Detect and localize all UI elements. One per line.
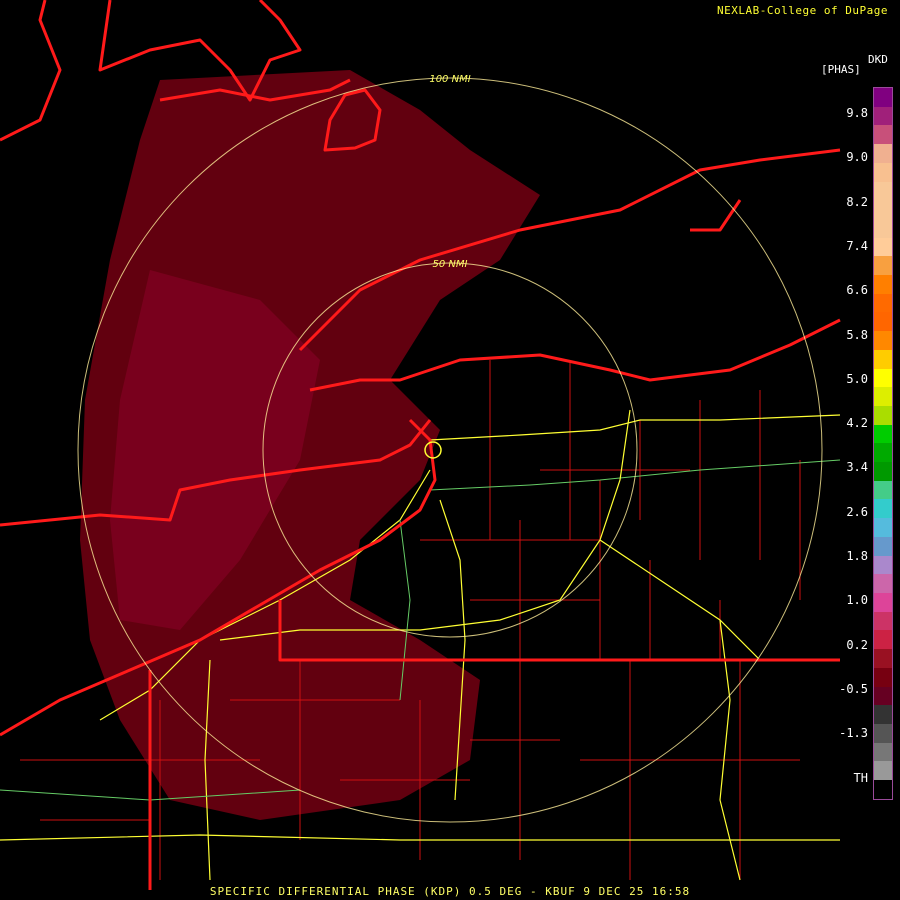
color-scale-tick: -1.3	[839, 726, 868, 741]
color-swatch	[874, 256, 892, 276]
color-swatch	[874, 331, 892, 350]
color-swatch	[874, 162, 892, 182]
color-scale-tick: 5.8	[846, 327, 868, 342]
color-scale-tick: 5.0	[846, 371, 868, 386]
color-scale-tick: 3.4	[846, 460, 868, 475]
ring-label-50: 50 NMI	[433, 259, 468, 270]
color-swatch	[874, 630, 892, 650]
color-swatch	[874, 555, 892, 575]
color-swatch	[874, 88, 892, 107]
radar-display: 100 NMI 50 NMI NEXLAB-College of DuPage …	[0, 0, 900, 900]
color-swatch	[874, 480, 892, 500]
color-swatch	[874, 312, 892, 332]
radar-map: 100 NMI 50 NMI	[0, 0, 841, 890]
color-swatch	[874, 723, 892, 743]
color-swatch	[874, 237, 892, 257]
color-scale-tick: 4.2	[846, 416, 868, 431]
color-scale-tick: TH	[853, 770, 868, 785]
color-swatch	[874, 592, 892, 612]
legend-unit: [PHAS]	[821, 63, 861, 76]
color-scale-tick: 6.6	[846, 283, 868, 298]
color-swatch	[874, 106, 892, 126]
color-scale-tick: 9.8	[846, 106, 868, 120]
color-swatch	[874, 144, 892, 163]
product-caption: SPECIFIC DIFFERENTIAL PHASE (KDP) 0.5 DE…	[209, 885, 691, 898]
color-swatch	[874, 125, 892, 145]
color-scale-tick: 9.0	[846, 150, 868, 165]
color-swatch	[874, 536, 892, 556]
color-swatch	[874, 349, 892, 369]
color-swatch	[874, 499, 892, 519]
color-swatch	[874, 200, 892, 219]
color-swatch	[874, 686, 892, 706]
color-swatch	[874, 462, 892, 481]
color-swatch	[874, 518, 892, 537]
color-swatch	[874, 667, 892, 687]
color-swatch	[874, 443, 892, 463]
color-swatch	[874, 181, 892, 201]
color-swatch	[874, 218, 892, 238]
ring-label-100: 100 NMI	[429, 74, 470, 85]
color-scale-tick: 8.2	[846, 194, 868, 209]
color-scale-tick: 7.4	[846, 238, 868, 253]
color-swatch	[874, 705, 892, 724]
color-scale-bar	[873, 87, 893, 800]
color-swatch	[874, 742, 892, 762]
color-swatch	[874, 611, 892, 631]
color-swatch	[874, 405, 892, 425]
color-scale-tick: 1.8	[846, 549, 868, 563]
color-swatch	[874, 424, 892, 444]
color-swatch	[874, 780, 892, 799]
credit-text: NEXLAB-College of DuPage	[717, 4, 888, 17]
color-swatch	[874, 649, 892, 668]
color-scale-tick: 2.6	[846, 504, 868, 519]
color-swatch	[874, 275, 892, 294]
color-scale-tick: 0.2	[846, 637, 868, 652]
color-swatch	[874, 387, 892, 406]
color-swatch	[874, 293, 892, 313]
color-scale-tick: 1.0	[846, 593, 868, 608]
color-swatch	[874, 368, 892, 388]
legend-title: DKD	[868, 53, 888, 66]
color-swatch	[874, 761, 892, 781]
color-scale-tick: -0.5	[839, 681, 868, 696]
color-swatch	[874, 574, 892, 593]
